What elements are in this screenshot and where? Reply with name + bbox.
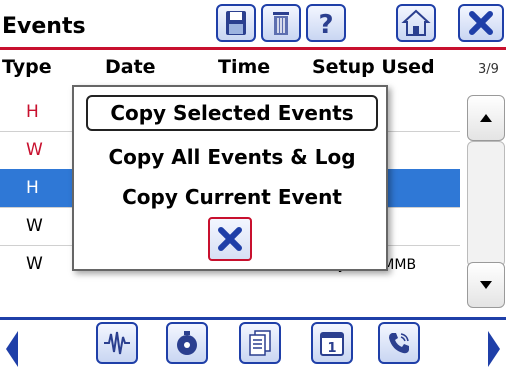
- documents-icon: [249, 330, 271, 356]
- phone-button[interactable]: [378, 322, 420, 364]
- svg-text:1: 1: [327, 341, 336, 356]
- chevron-right-icon: [488, 331, 500, 367]
- home-icon: [401, 9, 431, 36]
- phone-icon: [389, 333, 409, 354]
- row-type: W: [26, 254, 43, 274]
- trash-icon: [273, 12, 289, 35]
- calendar-button[interactable]: 1: [311, 322, 353, 364]
- row-type: W: [26, 140, 43, 160]
- row-type: H: [26, 178, 39, 198]
- column-header-date[interactable]: Date: [105, 56, 156, 78]
- svg-text:?: ?: [318, 10, 333, 38]
- timer-button[interactable]: [166, 322, 208, 364]
- copy-current-event-option[interactable]: Copy Current Event: [86, 179, 378, 215]
- row-type: H: [26, 102, 39, 122]
- popup-close-button[interactable]: [208, 217, 252, 261]
- calendar-icon: 1: [320, 332, 344, 356]
- close-icon: [218, 227, 242, 251]
- waveform-button[interactable]: [96, 322, 138, 364]
- triangle-down-icon: [480, 281, 492, 289]
- help-button[interactable]: ?: [306, 4, 346, 42]
- timer-icon: [177, 331, 197, 355]
- next-arrow-button[interactable]: [486, 330, 502, 378]
- home-button[interactable]: [396, 4, 436, 42]
- copy-selected-events-option[interactable]: Copy Selected Events: [86, 95, 378, 131]
- waveform-icon: [104, 331, 130, 355]
- delete-button[interactable]: [261, 4, 301, 42]
- column-header-setup[interactable]: Setup Used: [312, 56, 435, 78]
- previous-arrow-button[interactable]: [4, 330, 20, 378]
- save-button[interactable]: [216, 4, 256, 42]
- column-header-type[interactable]: Type: [2, 56, 52, 78]
- scroll-up-button[interactable]: [467, 95, 505, 141]
- documents-button[interactable]: [239, 322, 281, 364]
- page-indicator: 3/9: [478, 62, 499, 77]
- copy-all-events-log-option[interactable]: Copy All Events & Log: [86, 139, 378, 175]
- column-header-time[interactable]: Time: [218, 56, 270, 78]
- copy-menu-popup: Copy Selected Events Copy All Events & L…: [72, 85, 388, 271]
- close-button[interactable]: [458, 4, 504, 42]
- scrollbar-track[interactable]: [467, 141, 505, 267]
- close-icon: [469, 11, 493, 35]
- page-title: Events: [2, 14, 86, 39]
- help-icon: ?: [318, 10, 333, 38]
- save-icon: [226, 11, 246, 35]
- header-divider: [0, 47, 506, 50]
- triangle-up-icon: [480, 114, 492, 122]
- row-type: W: [26, 216, 43, 236]
- chevron-left-icon: [6, 331, 18, 367]
- footer-divider: [0, 317, 506, 320]
- scroll-down-button[interactable]: [467, 262, 505, 308]
